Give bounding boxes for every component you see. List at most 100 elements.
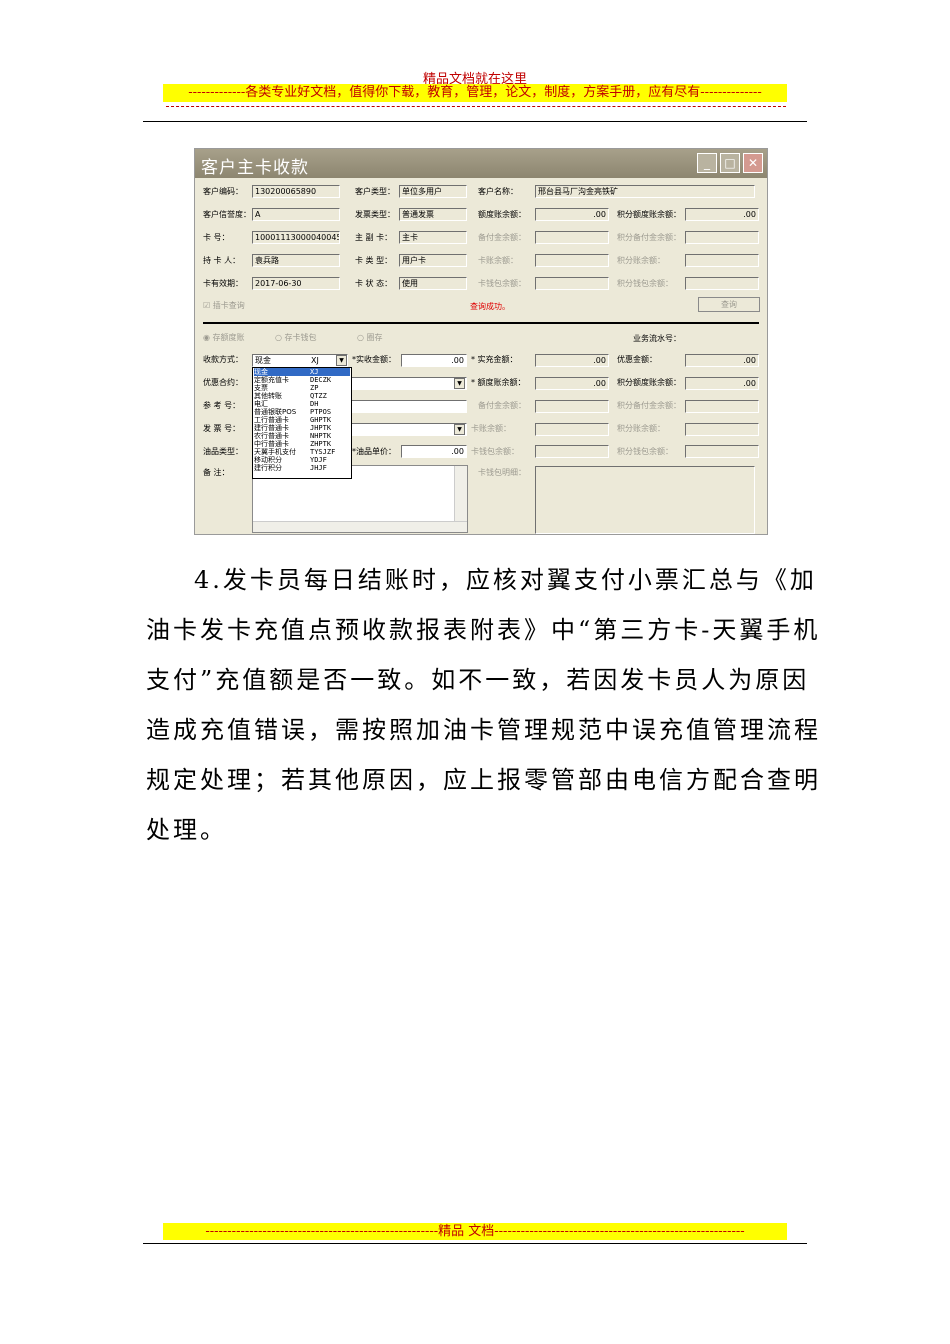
- pay-option[interactable]: 移动积分 YDJF: [254, 456, 350, 464]
- label-points-prepaid-balance: 积分备付金余额：: [617, 233, 681, 242]
- minimize-button[interactable]: _: [697, 153, 717, 173]
- main-sub-field[interactable]: 主卡: [399, 231, 467, 244]
- cust-code-field[interactable]: 130200065890: [252, 185, 340, 198]
- label-points-quota-balance-lower: 积分额度账余额：: [617, 378, 681, 387]
- label-oil-price: *油品单价：: [352, 447, 396, 456]
- wallet-detail-list[interactable]: [535, 466, 755, 534]
- label-remark: 备 注：: [203, 468, 230, 477]
- label-points-wallet-balance-lower: 积分钱包余额：: [617, 447, 673, 456]
- label-prepaid-balance-lower: 备付金余额：: [478, 401, 526, 410]
- label-prepaid-balance: 备付金余额：: [478, 233, 526, 242]
- query-status-text: 查询成功。: [470, 302, 510, 311]
- label-discount-contract: 优惠合约：: [203, 378, 243, 387]
- radio-card-wallet[interactable]: ○ 存卡钱包: [275, 332, 317, 343]
- pay-option[interactable]: 其他转账 QTZZ: [254, 392, 350, 400]
- pay-method-select[interactable]: 现金 XJ: [252, 354, 348, 367]
- chevron-down-icon[interactable]: ▼: [454, 378, 465, 389]
- maximize-button[interactable]: □: [720, 153, 740, 173]
- prepaid-balance-field[interactable]: [535, 231, 609, 244]
- pay-option[interactable]: 工行普通卡 GHPTK: [254, 416, 350, 424]
- paragraph-line: 处理。: [146, 816, 227, 844]
- pay-option[interactable]: 中行普通卡 ZHPTK: [254, 440, 350, 448]
- quota-balance-field[interactable]: .00: [535, 208, 609, 221]
- horizontal-scrollbar[interactable]: [253, 521, 467, 532]
- cust-name-field[interactable]: 邢台县马厂沟金亮铁矿: [535, 185, 755, 198]
- chevron-down-icon[interactable]: ▼: [336, 355, 347, 366]
- radio-quota-account[interactable]: ◉ 存额度账: [203, 332, 245, 343]
- insert-card-query-checkbox[interactable]: ☑ 插卡查询: [203, 300, 245, 311]
- close-button[interactable]: ✕: [743, 153, 763, 173]
- title-bar: 客户主卡收款 _ □ ✕: [195, 149, 767, 178]
- points-wallet-balance-field[interactable]: [685, 277, 759, 290]
- label-credit: 客户信誉度：: [203, 210, 251, 219]
- label-card-status: 卡 状 态：: [355, 279, 393, 288]
- actual-charge-field[interactable]: .00: [535, 354, 609, 367]
- points-prepaid-balance-field[interactable]: [685, 231, 759, 244]
- pay-option[interactable]: 普通银联POS PTPOS: [254, 408, 350, 416]
- label-main-sub: 主 副 卡：: [355, 233, 393, 242]
- label-oil-type: 油品类型：: [203, 447, 243, 456]
- card-no-field[interactable]: 1000111300004004529: [252, 231, 340, 244]
- points-wallet-balance-lower-field[interactable]: [685, 445, 759, 458]
- pay-option[interactable]: 建行积分 JHJF: [254, 464, 350, 472]
- label-reference: 参 考 号：: [203, 401, 241, 410]
- label-wallet-balance: 卡钱包余额：: [478, 279, 526, 288]
- points-quota-balance-field[interactable]: .00: [685, 208, 759, 221]
- insert-card-query-label: 插卡查询: [212, 301, 245, 310]
- card-balance-lower-field[interactable]: [535, 423, 609, 436]
- footer-banner: ----------------------------------------…: [163, 1223, 787, 1240]
- card-balance-field[interactable]: [535, 254, 609, 267]
- paragraph-line: 规定处理；若其他原因，应上报零管部由电信方配合查明: [146, 766, 821, 794]
- label-points-quota-balance: 积分额度账余额：: [617, 210, 681, 219]
- invoice-type-field[interactable]: 普通发票: [399, 208, 467, 221]
- label-card-balance-lower: 卡账余额：: [471, 424, 511, 433]
- expiry-field[interactable]: 2017-06-30: [252, 277, 340, 290]
- holder-field[interactable]: 袁兵路: [252, 254, 340, 267]
- pay-option[interactable]: 电汇 DH: [254, 400, 350, 408]
- label-quota-balance: 额度账余额：: [478, 210, 526, 219]
- label-cust-type: 客户类型：: [355, 187, 395, 196]
- points-quota-balance-lower-field[interactable]: .00: [685, 377, 759, 390]
- query-button[interactable]: 查询: [698, 297, 760, 312]
- label-wallet-detail: 卡钱包明细：: [478, 468, 526, 477]
- quota-balance-lower-field[interactable]: .00: [535, 377, 609, 390]
- actual-receipt-input[interactable]: .00: [401, 354, 467, 367]
- label-actual-receipt: *实收金额：: [352, 355, 396, 364]
- label-points-prepaid-balance-lower: 积分备付金余额：: [617, 401, 681, 410]
- label-card-type: 卡 类 型：: [355, 256, 393, 265]
- card-status-field[interactable]: 使用: [399, 277, 467, 290]
- pay-option[interactable]: 定额充值卡 DECZK: [254, 376, 350, 384]
- pay-option[interactable]: 农行普通卡 NHPTK: [254, 432, 350, 440]
- label-cust-name: 客户名称：: [478, 187, 518, 196]
- label-holder: 持 卡 人：: [203, 256, 241, 265]
- wallet-balance-lower-field[interactable]: [535, 445, 609, 458]
- label-points-card-balance: 积分账余额：: [617, 256, 665, 265]
- chevron-down-icon[interactable]: ▼: [454, 424, 465, 435]
- credit-field[interactable]: A: [252, 208, 340, 221]
- radio-card-wallet-label: 存卡钱包: [284, 333, 317, 342]
- pay-option[interactable]: 建行普通卡 JHPTK: [254, 424, 350, 432]
- card-type-field[interactable]: 用户卡: [399, 254, 467, 267]
- label-discount-amount: 优惠金额：: [617, 355, 657, 364]
- prepaid-balance-lower-field[interactable]: [535, 400, 609, 413]
- points-card-balance-lower-field[interactable]: [685, 423, 759, 436]
- cust-type-field[interactable]: 单位多用户: [399, 185, 467, 198]
- section-divider: [203, 322, 759, 324]
- pay-method-dropdown-list[interactable]: 现金 XJ 定额充值卡 DECZK 支票 ZP 其他转账 QTZZ 电汇 DH 普通银联P…: [252, 367, 352, 479]
- paragraph-line: 支付”充值额是否一致。如不一致，若因发卡员人为原因: [146, 666, 810, 694]
- pay-option[interactable]: 天翼手机支付 TYSJZF: [254, 448, 350, 456]
- points-prepaid-balance-lower-field[interactable]: [685, 400, 759, 413]
- label-quota-balance-lower: * 额度账余额：: [471, 378, 526, 387]
- label-invoice-no: 发 票 号：: [203, 424, 241, 433]
- discount-amount-field[interactable]: .00: [685, 354, 759, 367]
- points-card-balance-field[interactable]: [685, 254, 759, 267]
- label-card-balance: 卡账余额：: [478, 256, 518, 265]
- header-rule: [143, 121, 807, 122]
- radio-load[interactable]: ○ 圈存: [357, 332, 383, 343]
- pay-option[interactable]: 支票 ZP: [254, 384, 350, 392]
- label-wallet-balance-lower: 卡钱包余额：: [471, 447, 519, 456]
- pay-method-code: XJ: [311, 356, 319, 365]
- wallet-balance-field[interactable]: [535, 277, 609, 290]
- oil-price-input[interactable]: .00: [401, 445, 467, 458]
- pay-option[interactable]: 现金 XJ: [254, 368, 350, 376]
